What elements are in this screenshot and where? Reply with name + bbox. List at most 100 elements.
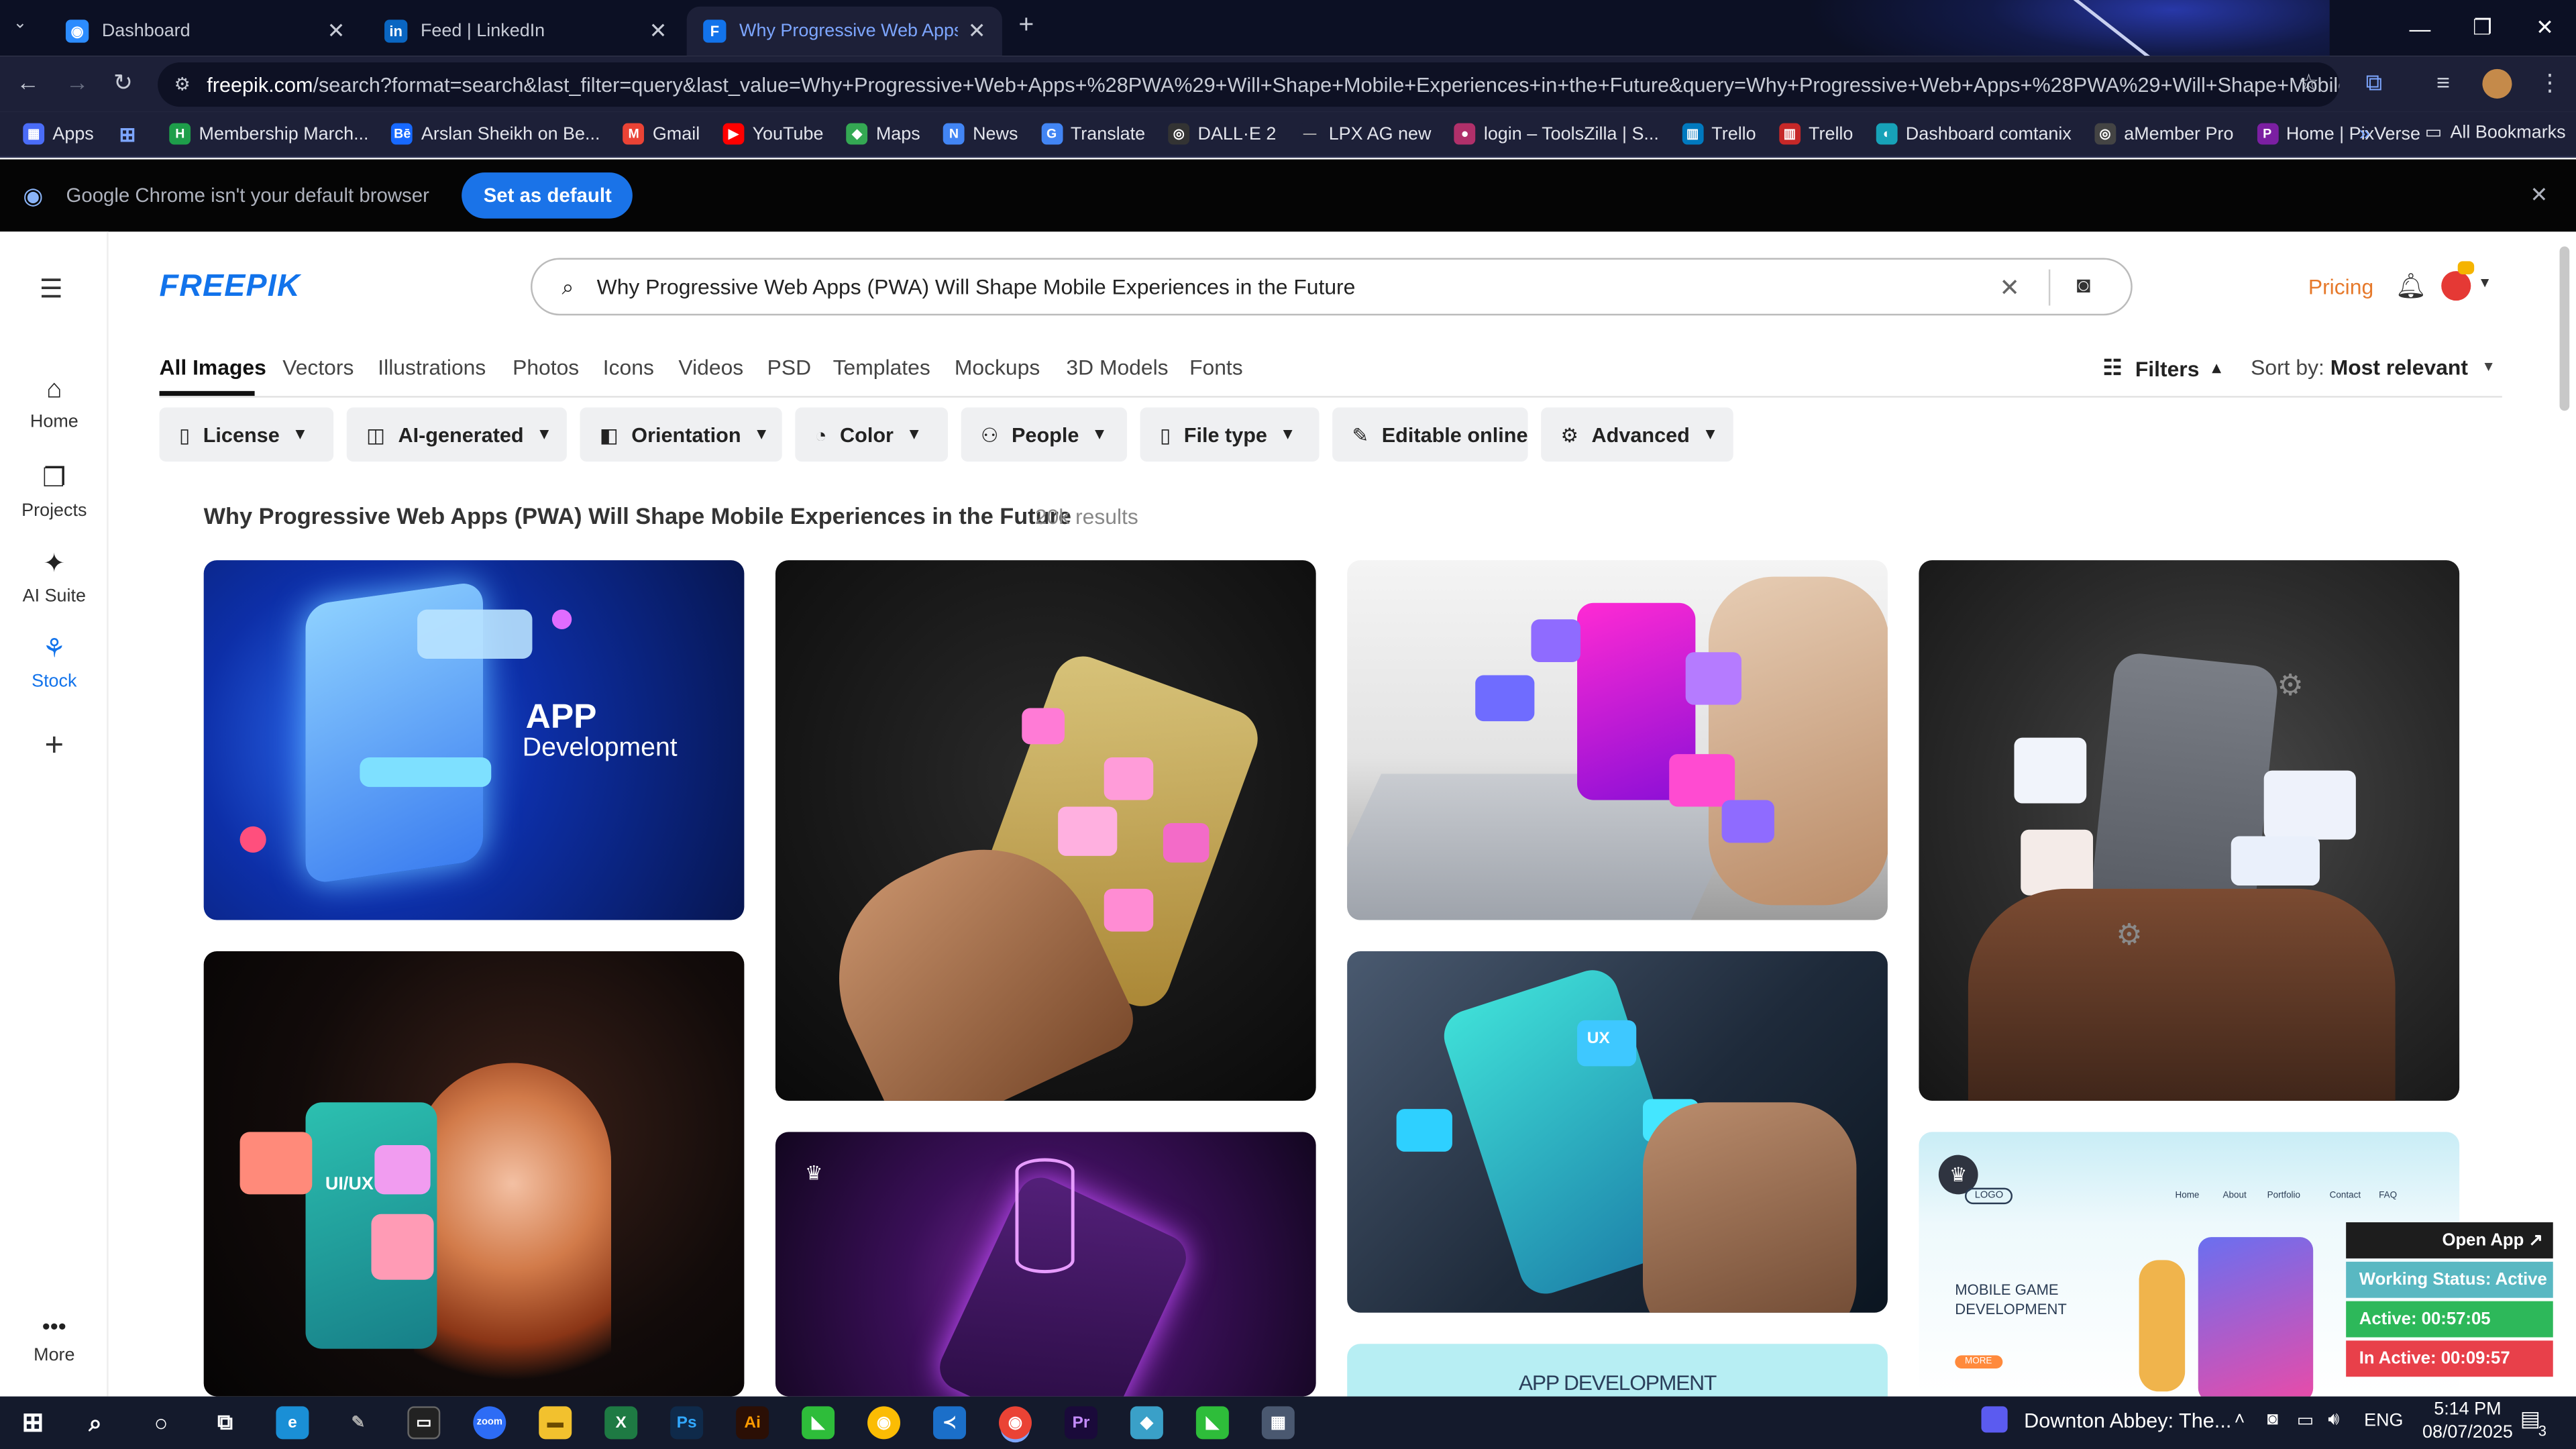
tab-templates[interactable]: Templates xyxy=(833,355,930,380)
tab-all-images[interactable]: All Images xyxy=(160,355,266,380)
tray-app-icon[interactable]: ◙ xyxy=(2267,1409,2278,1429)
task-view-icon[interactable]: ⧉ xyxy=(209,1406,241,1439)
hamburger-menu-icon[interactable]: ☰ xyxy=(40,273,63,306)
excel-icon[interactable]: X xyxy=(604,1406,638,1440)
result-card[interactable]: APP Development xyxy=(203,560,745,920)
bookmark-item[interactable]: G Translate xyxy=(1040,123,1145,145)
sidebar-item-more[interactable]: ••• More xyxy=(0,1313,109,1365)
illustrator-icon[interactable]: Ai xyxy=(736,1406,769,1440)
chat-app-icon[interactable]: ◣ xyxy=(802,1406,835,1440)
filter-ai-generated[interactable]: ◫ AI-generated ▾ xyxy=(346,407,567,462)
bookmark-item[interactable]: N News xyxy=(943,123,1018,145)
filter-editable-online[interactable]: ✎ Editable online xyxy=(1332,407,1528,462)
result-card[interactable]: UI/UX xyxy=(203,951,745,1397)
bookmark-item[interactable]: ▥ Trello xyxy=(1778,123,1853,145)
sidebar-item-stock[interactable]: ⚘ Stock xyxy=(0,633,109,692)
pricing-link[interactable]: Pricing xyxy=(2308,274,2373,299)
bookmark-star-icon[interactable]: ☆ xyxy=(2298,69,2319,97)
menu-kebab-icon[interactable]: ⋮ xyxy=(2538,69,2561,97)
calculator-icon[interactable]: ▦ xyxy=(1261,1406,1295,1440)
bookmark-grid[interactable]: ⊞ xyxy=(117,122,146,146)
zoom-icon[interactable]: zoom xyxy=(473,1406,506,1440)
sidebar-item-projects[interactable]: ❐ Projects xyxy=(0,462,109,521)
notification-icon[interactable]: ▤ xyxy=(2520,1406,2540,1432)
filter-license[interactable]: ▯ License ▾ xyxy=(159,407,334,462)
open-app-button[interactable]: Open App ↗ xyxy=(2346,1222,2553,1258)
bookmark-item[interactable]: P Home | PixVerse xyxy=(2256,123,2420,145)
sidebar-item-home[interactable]: ⌂ Home xyxy=(0,376,109,432)
filter-file-type[interactable]: ▯ File type ▾ xyxy=(1140,407,1320,462)
search-bar[interactable]: ⌕ Why Progressive Web Apps (PWA) Will Sh… xyxy=(531,258,2133,316)
address-bar[interactable]: ⚙ freepik.com/search?format=search&last_… xyxy=(158,62,2340,107)
cortana-icon[interactable]: ○ xyxy=(145,1406,178,1439)
filter-color[interactable]: ◔ Color ▾ xyxy=(795,407,949,462)
language-indicator[interactable]: ENG xyxy=(2364,1411,2403,1431)
filter-advanced[interactable]: ⚙ Advanced ▾ xyxy=(1541,407,1733,462)
chat-app-icon[interactable]: ◣ xyxy=(1195,1406,1229,1440)
tab-videos[interactable]: Videos xyxy=(678,355,743,380)
filter-people[interactable]: ⚇ People ▾ xyxy=(961,407,1128,462)
filters-toggle[interactable]: ☷ Filters ▴ xyxy=(2103,355,2221,381)
close-icon[interactable]: ✕ xyxy=(2530,182,2548,209)
tab-linkedin[interactable]: in Feed | LinkedIn ✕ xyxy=(368,7,684,56)
bookmark-item[interactable]: ◐ Dashboard comtanix xyxy=(1876,123,2072,145)
tab-mockups[interactable]: Mockups xyxy=(955,355,1040,380)
close-icon[interactable]: ✕ xyxy=(327,18,345,44)
bell-icon[interactable]: 🔔︎ xyxy=(2396,271,2427,301)
photoshop-icon[interactable]: Ps xyxy=(670,1406,704,1440)
bookmark-item[interactable]: ● login – ToolsZilla | S... xyxy=(1454,123,1659,145)
bookmark-item[interactable]: ◎ aMember Pro xyxy=(2094,123,2233,145)
chevron-double-right-icon[interactable]: » xyxy=(2359,121,2370,144)
bookmark-item[interactable]: H Membership March... xyxy=(169,123,369,145)
result-card[interactable] xyxy=(775,560,1316,1101)
forward-icon[interactable]: → xyxy=(66,69,89,95)
tab-vectors[interactable]: Vectors xyxy=(282,355,354,380)
scrollbar-thumb[interactable] xyxy=(2559,246,2570,411)
new-tab-button[interactable]: + xyxy=(1018,11,1034,41)
chrome-active-icon[interactable]: ◉ xyxy=(998,1406,1032,1440)
tab-3d-models[interactable]: 3D Models xyxy=(1066,355,1168,380)
tab-fonts[interactable]: Fonts xyxy=(1189,355,1243,380)
media-queue-icon[interactable]: ≡ xyxy=(2436,69,2450,95)
site-info-icon[interactable]: ⚙ xyxy=(174,74,191,95)
result-card[interactable]: ⚙ ⚙ xyxy=(1919,560,2460,1101)
tab-illustrations[interactable]: Illustrations xyxy=(378,355,486,380)
tab-photos[interactable]: Photos xyxy=(513,355,579,380)
vscode-icon[interactable]: ≺ xyxy=(933,1406,967,1440)
clock-date[interactable]: 08/07/2025 xyxy=(2418,1423,2517,1442)
minimize-button[interactable]: — xyxy=(2389,0,2451,56)
clear-icon[interactable]: ✕ xyxy=(1999,273,2020,303)
bookmark-item[interactable]: ◎ DALL·E 2 xyxy=(1168,123,1276,145)
search-icon[interactable]: ⌕ xyxy=(79,1406,112,1439)
result-card[interactable] xyxy=(1347,560,1888,920)
media-title[interactable]: Downton Abbey: The... xyxy=(2024,1409,2231,1432)
app-icon[interactable]: ◆ xyxy=(1130,1406,1163,1440)
profile-avatar[interactable] xyxy=(2482,68,2512,99)
bookmark-apps[interactable]: ▦ Apps xyxy=(23,123,94,145)
file-explorer-icon[interactable]: ▬ xyxy=(539,1406,572,1440)
filter-orientation[interactable]: ◧ Orientation ▾ xyxy=(580,407,782,462)
volume-icon[interactable]: 🔊︎ xyxy=(2328,1409,2339,1431)
bookmark-item[interactable]: ▥ Trello xyxy=(1682,123,1756,145)
bookmark-item[interactable]: — LPX AG new xyxy=(1299,123,1431,145)
tab-search-chevron-icon[interactable]: ⌄ xyxy=(13,15,28,33)
chrome-icon[interactable]: ◉ xyxy=(867,1406,901,1440)
edge-icon[interactable]: e xyxy=(276,1406,309,1440)
set-default-button[interactable]: Set as default xyxy=(462,172,633,219)
clock-time[interactable]: 5:14 PM xyxy=(2428,1400,2508,1419)
search-input[interactable]: Why Progressive Web Apps (PWA) Will Shap… xyxy=(597,274,1356,299)
network-icon[interactable]: ▭ xyxy=(2297,1409,2314,1431)
result-card[interactable]: UX xyxy=(1347,951,1888,1313)
close-icon[interactable]: ✕ xyxy=(649,18,667,44)
bookmark-item[interactable]: ▶ YouTube xyxy=(722,123,823,145)
restore-button[interactable]: ❐ xyxy=(2451,0,2514,56)
all-bookmarks[interactable]: ▭ All Bookmarks xyxy=(2425,121,2566,143)
result-card[interactable]: ♛ xyxy=(775,1132,1316,1397)
freepik-logo[interactable]: FREEPIK xyxy=(160,270,301,306)
tray-chevron-icon[interactable]: ˄ xyxy=(2235,1409,2245,1429)
bookmark-item[interactable]: Bē Arslan Sheikh on Be... xyxy=(391,123,600,145)
windows-start-icon[interactable]: ⊞ xyxy=(16,1406,49,1439)
sidebar-add-button[interactable]: + xyxy=(0,728,109,765)
tab-dashboard[interactable]: ◉ Dashboard ✕ xyxy=(49,7,361,56)
tab-psd[interactable]: PSD xyxy=(767,355,811,380)
